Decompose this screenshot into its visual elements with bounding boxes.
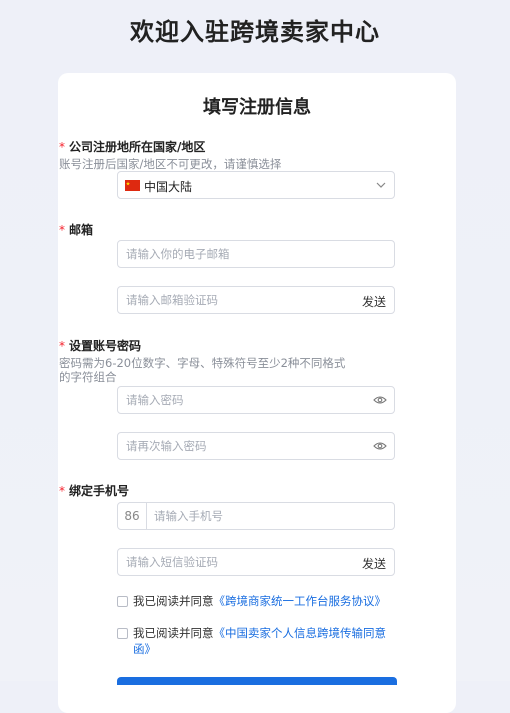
chevron-down-icon bbox=[376, 182, 386, 188]
email-field[interactable] bbox=[117, 240, 395, 268]
send-email-code-button[interactable]: 发送 bbox=[362, 293, 386, 310]
phone-input[interactable] bbox=[154, 503, 384, 529]
email-code-field[interactable]: 发送 bbox=[117, 286, 395, 314]
required-mark: * bbox=[59, 140, 65, 154]
country-label: * 公司注册地所在国家/地区 bbox=[59, 140, 206, 154]
password-field[interactable] bbox=[117, 386, 395, 414]
country-value: 中国大陆 bbox=[144, 180, 193, 194]
agreement-checkbox-2[interactable] bbox=[117, 628, 128, 639]
service-agreement-link[interactable]: 《跨境商家统一工作台服务协议》 bbox=[214, 594, 387, 608]
password-label: * 设置账号密码 bbox=[59, 339, 142, 353]
email-code-input[interactable] bbox=[126, 287, 346, 313]
phone-label: * 绑定手机号 bbox=[59, 484, 130, 498]
agreement-text-1: 我已阅读并同意《跨境商家统一工作台服务协议》 bbox=[133, 594, 387, 608]
sms-code-input[interactable] bbox=[126, 549, 346, 575]
eye-icon[interactable] bbox=[373, 441, 387, 451]
country-code-prefix[interactable]: 86 bbox=[118, 503, 147, 529]
sms-code-field[interactable]: 发送 bbox=[117, 548, 395, 576]
submit-button[interactable] bbox=[117, 677, 397, 685]
eye-icon[interactable] bbox=[373, 395, 387, 405]
phone-field[interactable]: 86 bbox=[117, 502, 395, 530]
page-title: 欢迎入驻跨境卖家中心 bbox=[130, 18, 380, 46]
country-hint: 账号注册后国家/地区不可更改，请谨慎选择 bbox=[59, 157, 282, 171]
china-flag-icon bbox=[125, 180, 140, 191]
confirm-password-input[interactable] bbox=[126, 433, 356, 459]
confirm-password-field[interactable] bbox=[117, 432, 395, 460]
password-hint-line2: 的字符组合 bbox=[59, 370, 117, 384]
email-label: * 邮箱 bbox=[59, 223, 94, 237]
agreement-checkbox-1[interactable] bbox=[117, 596, 128, 607]
password-hint-line1: 密码需为6-20位数字、字母、特殊符号至少2种不同格式 bbox=[59, 356, 346, 370]
agreement-text-2: 我已阅读并同意《中国卖家个人信息跨境传输同意函》 bbox=[133, 626, 386, 656]
password-input[interactable] bbox=[126, 387, 356, 413]
country-select[interactable]: 中国大陆 bbox=[117, 171, 395, 199]
form-title: 填写注册信息 bbox=[203, 97, 311, 118]
email-input[interactable] bbox=[126, 241, 386, 267]
send-sms-code-button[interactable]: 发送 bbox=[362, 555, 386, 572]
